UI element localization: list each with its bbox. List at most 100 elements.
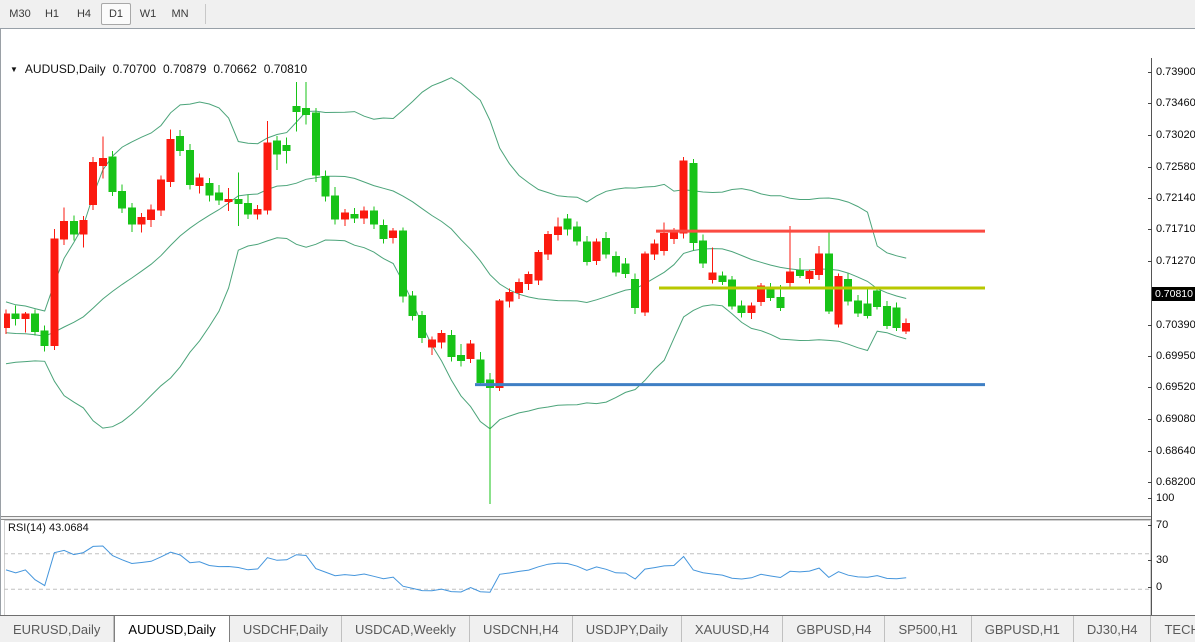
- axis-tick: [1148, 229, 1152, 230]
- timeframe-button-mn[interactable]: MN: [165, 3, 195, 25]
- candle: [864, 287, 871, 318]
- rsi-axis-label: 100: [1156, 492, 1174, 504]
- candle: [109, 151, 116, 196]
- candle: [564, 214, 571, 236]
- timeframe-button-w1[interactable]: W1: [133, 3, 163, 25]
- timeframe-button-h1[interactable]: H1: [37, 3, 67, 25]
- ohlc-close: 0.70810: [264, 62, 307, 76]
- tab-usdchf-daily[interactable]: USDCHF,Daily: [230, 616, 342, 642]
- axis-tick: [1148, 525, 1152, 526]
- chart-tabs: EURUSD,DailyAUDUSD,DailyUSDCHF,DailyUSDC…: [0, 616, 1195, 642]
- candle: [632, 274, 639, 314]
- price-axis-label: 0.73460: [1156, 97, 1195, 109]
- candle: [729, 276, 736, 310]
- candle: [661, 223, 668, 256]
- candle: [700, 235, 707, 268]
- price-axis-label: 0.73020: [1156, 129, 1195, 141]
- candle: [593, 238, 600, 265]
- price-chart[interactable]: [4, 58, 1151, 517]
- tab-gbpusd-h1[interactable]: GBPUSD,H1: [972, 616, 1074, 642]
- candle: [90, 157, 97, 210]
- candle: [893, 302, 900, 331]
- mt4-window: M30H1H4D1W1MN ▼ AUDUSD,Daily 0.70700 0.7…: [0, 0, 1195, 642]
- rsi-indicator-label: RSI(14) 43.0684: [8, 522, 89, 534]
- chart-header: ▼ AUDUSD,Daily 0.70700 0.70879 0.70662 0…: [10, 62, 314, 76]
- candle: [351, 208, 358, 223]
- ohlc-high: 0.70879: [163, 62, 206, 76]
- candle: [157, 176, 164, 216]
- rsi-chart[interactable]: [4, 520, 1151, 625]
- axis-tick: [1148, 167, 1152, 168]
- candle: [748, 302, 755, 319]
- axis-tick: [1148, 72, 1152, 73]
- current-price-tag: 0.70810: [1152, 287, 1195, 301]
- ohlc-low: 0.70662: [213, 62, 256, 76]
- tab-xauusd-h4[interactable]: XAUUSD,H4: [682, 616, 783, 642]
- candle: [622, 258, 629, 278]
- candle: [535, 250, 542, 285]
- candle: [119, 184, 126, 213]
- candle: [545, 231, 552, 260]
- candle: [283, 137, 290, 163]
- axis-tick: [1148, 356, 1152, 357]
- timeframe-button-m30[interactable]: M30: [5, 3, 35, 25]
- candle: [787, 226, 794, 288]
- axis-tick: [1148, 103, 1152, 104]
- candle: [516, 279, 523, 299]
- candle: [99, 137, 106, 179]
- rsi-axis-label: 0: [1156, 581, 1162, 593]
- candle: [554, 217, 561, 240]
- candle: [796, 258, 803, 278]
- candle: [216, 185, 223, 205]
- candle: [303, 82, 310, 125]
- tab-dj30-h4[interactable]: DJ30,H4: [1074, 616, 1152, 642]
- candle: [274, 136, 281, 170]
- candle: [854, 295, 861, 317]
- candle: [341, 209, 348, 226]
- chart-tab-bar: EURUSD,DailyAUDUSD,DailyUSDCHF,DailyUSDC…: [0, 615, 1195, 642]
- candle: [70, 215, 77, 240]
- tab-tech100-h1[interactable]: TECH100,H1: [1151, 616, 1195, 642]
- tab-usdcad-weekly[interactable]: USDCAD,Weekly: [342, 616, 470, 642]
- candle: [196, 174, 203, 194]
- price-axis-label: 0.69520: [1156, 381, 1195, 393]
- tab-gbpusd-h4[interactable]: GBPUSD,H4: [783, 616, 885, 642]
- tab-usdjpy-daily[interactable]: USDJPY,Daily: [573, 616, 682, 642]
- candle: [806, 269, 813, 283]
- candle: [138, 213, 145, 232]
- tab-audusd-daily[interactable]: AUDUSD,Daily: [114, 616, 229, 642]
- price-axis-separator: [1151, 58, 1152, 642]
- candle: [690, 159, 697, 251]
- timeframe-toolbar: M30H1H4D1W1MN: [0, 0, 1195, 29]
- timeframe-button-h4[interactable]: H4: [69, 3, 99, 25]
- tab-sp500-h1[interactable]: SP500,H1: [885, 616, 971, 642]
- candle: [186, 144, 193, 189]
- candle: [438, 330, 445, 349]
- candle: [758, 283, 765, 306]
- candle: [390, 228, 397, 243]
- tab-usdcnh-h4[interactable]: USDCNH,H4: [470, 616, 573, 642]
- candle: [583, 236, 590, 266]
- candle: [709, 248, 716, 284]
- candle: [448, 330, 455, 362]
- candle: [719, 271, 726, 285]
- candle: [128, 203, 135, 232]
- axis-tick: [1148, 325, 1152, 326]
- axis-tick: [1148, 261, 1152, 262]
- toolbar-separator: [205, 4, 206, 24]
- candle: [680, 157, 687, 238]
- chart-window: ▼ AUDUSD,Daily 0.70700 0.70879 0.70662 0…: [0, 29, 1195, 615]
- chevron-down-icon[interactable]: ▼: [10, 65, 18, 74]
- axis-tick: [1148, 482, 1152, 483]
- price-axis-label: 0.69080: [1156, 413, 1195, 425]
- candle: [574, 222, 581, 246]
- candle: [80, 216, 87, 248]
- rsi-axis-label: 70: [1156, 519, 1168, 531]
- axis-tick: [1148, 419, 1152, 420]
- tab-eurusd-daily[interactable]: EURUSD,Daily: [0, 616, 114, 642]
- timeframe-button-d1[interactable]: D1: [101, 3, 131, 25]
- candle: [12, 305, 19, 325]
- price-axis-label: 0.70390: [1156, 319, 1195, 331]
- price-axis-label: 0.69950: [1156, 350, 1195, 362]
- candle: [409, 291, 416, 321]
